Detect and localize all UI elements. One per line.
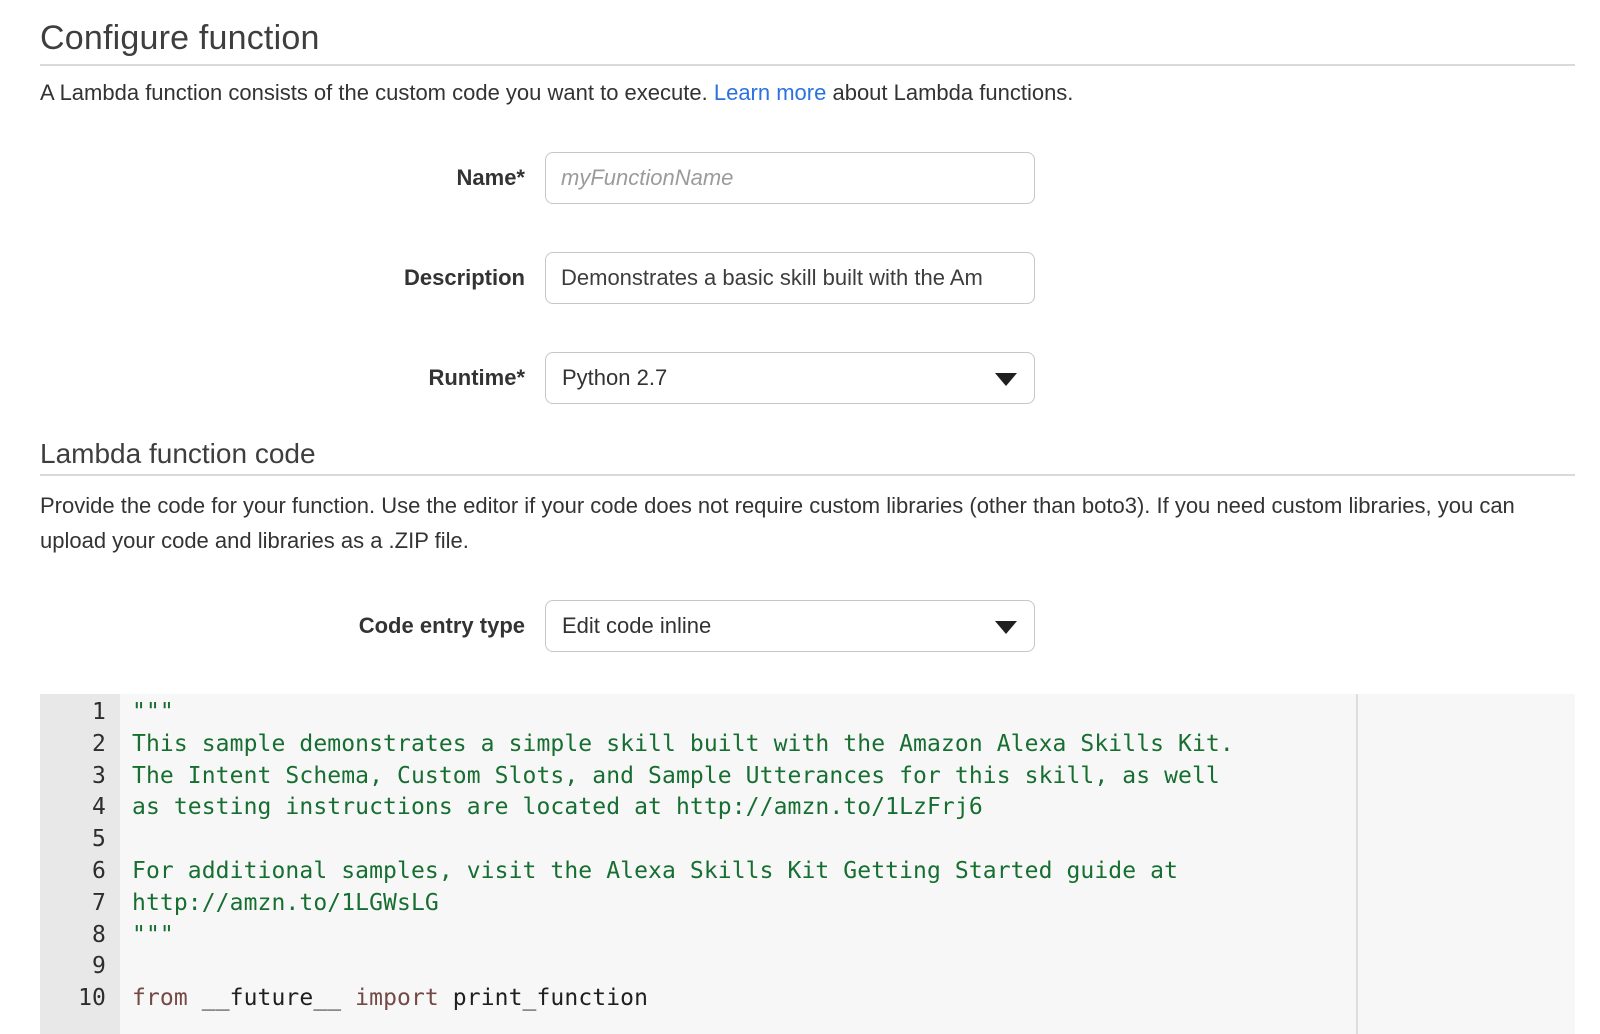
description-label: Description — [40, 265, 525, 291]
runtime-selected-value: Python 2.7 — [562, 365, 667, 391]
intro-text-before: A Lambda function consists of the custom… — [40, 80, 714, 105]
line-number: 8 — [40, 920, 120, 952]
code-line: """ — [132, 920, 1575, 952]
dropdown-caret-icon — [995, 373, 1017, 386]
runtime-label: Runtime* — [40, 365, 525, 391]
configure-function-page: Configure function A Lambda function con… — [0, 0, 1600, 1034]
line-number: 9 — [40, 951, 120, 983]
runtime-row: Runtime* Python 2.7 — [40, 352, 1575, 404]
page-title: Configure function — [40, 0, 1575, 60]
line-number: 1 — [40, 697, 120, 729]
line-number: 10 — [40, 983, 120, 1015]
line-number: 7 — [40, 888, 120, 920]
name-row: Name* — [40, 152, 1575, 204]
code-entry-type-row: Code entry type Edit code inline — [40, 600, 1575, 652]
code-line: For additional samples, visit the Alexa … — [132, 856, 1575, 888]
editor-code[interactable]: """This sample demonstrates a simple ski… — [120, 694, 1575, 1034]
intro-text: A Lambda function consists of the custom… — [40, 80, 1575, 106]
line-number: 6 — [40, 856, 120, 888]
runtime-select[interactable]: Python 2.7 — [545, 352, 1035, 404]
dropdown-caret-icon — [995, 621, 1017, 634]
code-line: This sample demonstrates a simple skill … — [132, 729, 1575, 761]
description-input[interactable] — [545, 252, 1035, 304]
code-line: """ — [132, 697, 1575, 729]
description-row: Description — [40, 252, 1575, 304]
code-section-description: Provide the code for your function. Use … — [40, 488, 1575, 558]
line-number: 2 — [40, 729, 120, 761]
code-editor[interactable]: 12345678910 """This sample demonstrates … — [40, 694, 1575, 1034]
code-entry-type-select[interactable]: Edit code inline — [545, 600, 1035, 652]
editor-gutter: 12345678910 — [40, 694, 120, 1034]
name-label: Name* — [40, 165, 525, 191]
title-divider — [40, 64, 1575, 66]
code-section-divider — [40, 474, 1575, 476]
code-line: as testing instructions are located at h… — [132, 792, 1575, 824]
code-section-title: Lambda function code — [40, 438, 1575, 470]
line-number: 5 — [40, 824, 120, 856]
line-number: 4 — [40, 792, 120, 824]
code-entry-type-label: Code entry type — [40, 613, 525, 639]
editor-print-margin — [1356, 694, 1358, 1034]
code-line: from __future__ import print_function — [132, 983, 1575, 1015]
learn-more-link[interactable]: Learn more — [714, 80, 827, 105]
code-line: The Intent Schema, Custom Slots, and Sam… — [132, 761, 1575, 793]
name-input[interactable] — [545, 152, 1035, 204]
code-line — [132, 824, 1575, 856]
code-entry-type-selected-value: Edit code inline — [562, 613, 711, 639]
code-line: http://amzn.to/1LGWsLG — [132, 888, 1575, 920]
line-number: 3 — [40, 761, 120, 793]
code-line — [132, 951, 1575, 983]
configure-function-form: Name* Description Runtime* Python 2.7 — [40, 152, 1575, 404]
intro-text-after: about Lambda functions. — [826, 80, 1073, 105]
